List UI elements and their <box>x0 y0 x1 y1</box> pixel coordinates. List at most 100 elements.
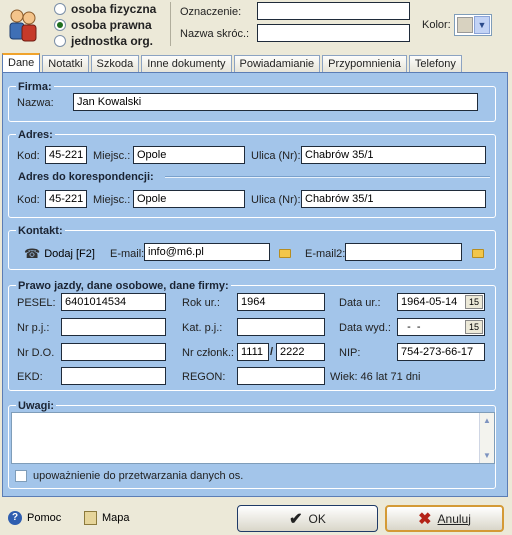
people-icon <box>6 6 40 46</box>
adres-title: Adres: <box>16 129 55 141</box>
checkmark-icon: ✔ <box>289 510 303 528</box>
pomoc-button[interactable]: ? Pomoc <box>8 511 61 525</box>
consent-checkbox[interactable] <box>15 470 27 482</box>
color-swatch <box>457 17 473 33</box>
nr-czlonk-label: Nr członk.: <box>182 347 234 359</box>
mapa-label: Mapa <box>102 512 130 524</box>
wiek-text: Wiek: 46 lat 71 dni <box>330 371 421 383</box>
nr-pj-input[interactable] <box>61 318 166 336</box>
tab-inne-dokumenty[interactable]: Inne dokumenty <box>141 55 232 72</box>
radio-osoba-fizyczna[interactable]: osoba fizyczna <box>54 2 156 16</box>
kontakt-title: Kontakt: <box>16 225 65 237</box>
help-icon: ? <box>8 511 22 525</box>
folder-icon[interactable] <box>472 249 484 258</box>
email2-label: E-mail2: <box>305 248 346 260</box>
dodaj-label: Dodaj [F2] <box>44 248 95 260</box>
vertical-scrollbar[interactable]: ▲ ▼ <box>479 413 494 463</box>
nip-input[interactable]: 754-273-66-17 <box>397 343 485 361</box>
map-icon <box>84 511 97 525</box>
oznaczenie-input[interactable] <box>257 2 410 20</box>
kolor-picker[interactable]: ▼ <box>454 14 492 36</box>
miejsc-kor-label: Miejsc.: <box>93 194 131 206</box>
pesel-input[interactable]: 6401014534 <box>61 293 166 311</box>
ok-label: OK <box>308 511 326 526</box>
nip-label: NIP: <box>339 347 361 359</box>
tab-przypomnienia[interactable]: Przypomnienia <box>322 55 407 72</box>
oznaczenie-label: Oznaczenie: <box>180 6 242 18</box>
miejsc-label: Miejsc.: <box>93 150 131 162</box>
radio-button[interactable] <box>54 35 66 47</box>
data-ur-label: Data ur.: <box>339 297 381 309</box>
tab-telefony[interactable]: Telefony <box>408 55 462 72</box>
pomoc-label: Pomoc <box>27 512 62 524</box>
email-input[interactable]: info@m6.pl <box>144 243 270 261</box>
rok-ur-label: Rok ur.: <box>182 297 220 309</box>
kat-pj-label: Kat. p.j.: <box>182 322 223 334</box>
dodaj-button[interactable]: ☎ Dodaj [F2] <box>24 246 95 262</box>
kod-kor-input[interactable]: 45-221 <box>45 190 87 208</box>
header-divider <box>170 2 171 46</box>
radio-jednostka-org[interactable]: jednostka org. <box>54 34 153 48</box>
nr-do-label: Nr D.O. <box>17 347 55 359</box>
separator <box>165 176 490 178</box>
nazwa-skroc-label: Nazwa skróc.: <box>180 28 250 40</box>
radio-button[interactable] <box>54 3 66 15</box>
ulica-label: Ulica (Nr): <box>251 150 301 162</box>
mapa-button[interactable]: Mapa <box>84 511 130 525</box>
firma-title: Firma: <box>16 81 54 93</box>
uwagi-title: Uwagi: <box>16 400 57 412</box>
nazwa-input[interactable]: Jan Kowalski <box>73 93 478 111</box>
folder-icon[interactable] <box>279 249 291 258</box>
ekd-input[interactable] <box>61 367 166 385</box>
radio-button[interactable] <box>54 19 66 31</box>
ulica-input[interactable]: Chabrów 35/1 <box>301 146 486 164</box>
ekd-label: EKD: <box>17 371 43 383</box>
data-wyd-value: - - <box>401 321 421 333</box>
scroll-up-icon[interactable]: ▲ <box>480 413 494 428</box>
anuluj-button[interactable]: ✖ Anuluj <box>385 505 504 532</box>
nr-czlonk-input-2[interactable]: 2222 <box>276 343 325 361</box>
calendar-icon[interactable]: 15 <box>465 295 483 309</box>
chevron-down-icon[interactable]: ▼ <box>474 16 490 34</box>
radio-label: jednostka org. <box>71 34 154 48</box>
scroll-down-icon[interactable]: ▼ <box>480 448 494 463</box>
anuluj-label: Anuluj <box>437 511 471 526</box>
calendar-icon[interactable]: 15 <box>465 320 483 334</box>
ulica-kor-label: Ulica (Nr): <box>251 194 301 206</box>
nr-czlonk-separator: / <box>270 346 274 358</box>
miejsc-input[interactable]: Opole <box>133 146 245 164</box>
kod-kor-label: Kod: <box>17 194 40 206</box>
radio-label: osoba prawna <box>71 18 152 32</box>
data-ur-value: 1964-05-14 <box>401 296 458 308</box>
nazwa-skroc-input[interactable] <box>257 24 410 42</box>
tab-szkoda[interactable]: Szkoda <box>90 55 140 72</box>
pesel-label: PESEL: <box>17 297 56 309</box>
tab-powiadamianie[interactable]: Powiadamianie <box>233 55 321 72</box>
nr-do-input[interactable] <box>61 343 166 361</box>
ok-button[interactable]: ✔ OK <box>237 505 378 532</box>
prawo-title: Prawo jazdy, dane osobowe, dane firmy: <box>16 280 231 292</box>
email2-input[interactable] <box>345 243 462 261</box>
phone-icon: ☎ <box>24 246 41 261</box>
email-label: E-mail: <box>110 248 145 260</box>
tab-dane[interactable]: Dane <box>2 53 41 72</box>
radio-osoba-prawna[interactable]: osoba prawna <box>54 18 152 32</box>
kat-pj-input[interactable] <box>237 318 325 336</box>
kolor-label: Kolor: <box>422 19 451 31</box>
regon-input[interactable] <box>237 367 325 385</box>
nr-czlonk-input-1[interactable]: 1111 <box>237 343 269 361</box>
close-icon: ✖ <box>418 510 432 528</box>
consent-label: upoważnienie do przetwarzania danych os. <box>33 470 244 482</box>
nazwa-label: Nazwa: <box>17 97 54 109</box>
regon-label: REGON: <box>182 371 226 383</box>
miejsc-kor-input[interactable]: Opole <box>133 190 245 208</box>
ulica-kor-input[interactable]: Chabrów 35/1 <box>301 190 486 208</box>
radio-label: osoba fizyczna <box>71 2 157 16</box>
tab-notatki[interactable]: Notatki <box>42 55 89 72</box>
uwagi-textarea[interactable]: ▲ ▼ <box>11 412 495 464</box>
kod-input[interactable]: 45-221 <box>45 146 87 164</box>
tab-bar: Dane Notatki Szkoda Inne dokumenty Powia… <box>2 53 464 72</box>
data-wyd-label: Data wyd.: <box>339 322 391 334</box>
kod-label: Kod: <box>17 150 40 162</box>
rok-ur-input[interactable]: 1964 <box>237 293 325 311</box>
